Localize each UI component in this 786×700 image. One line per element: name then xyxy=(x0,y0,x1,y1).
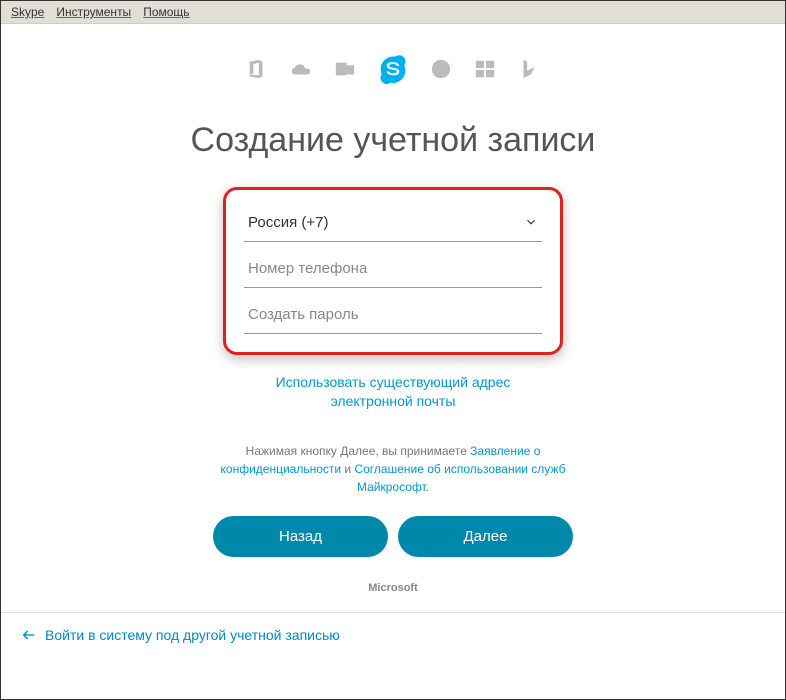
next-button[interactable]: Далее xyxy=(398,516,573,557)
use-email-link[interactable]: Использовать существующий адрес электрон… xyxy=(243,373,543,412)
onedrive-icon xyxy=(290,58,312,85)
chevron-down-icon xyxy=(524,215,538,229)
skype-icon xyxy=(378,54,408,89)
service-icons xyxy=(31,54,755,89)
menu-tools[interactable]: Инструменты xyxy=(56,5,131,19)
microsoft-label: Microsoft xyxy=(31,582,755,594)
menu-help[interactable]: Помощь xyxy=(143,5,189,19)
menu-skype[interactable]: Skype xyxy=(11,5,44,19)
bing-icon xyxy=(518,58,540,85)
outlook-icon xyxy=(334,58,356,85)
phone-input[interactable] xyxy=(244,250,542,288)
back-button[interactable]: Назад xyxy=(213,516,388,557)
page-title: Создание учетной записи xyxy=(31,119,755,162)
menubar: Skype Инструменты Помощь xyxy=(1,1,785,24)
xbox-icon xyxy=(430,58,452,85)
tos-link[interactable]: Соглашение об использовании служб Майкро… xyxy=(354,462,565,494)
office-icon xyxy=(246,58,268,85)
signup-form: Россия (+7) xyxy=(223,187,563,355)
switch-account-link[interactable]: Войти в систему под другой учетной запис… xyxy=(21,627,340,643)
button-row: Назад Далее xyxy=(31,516,755,557)
country-value: Россия (+7) xyxy=(248,214,524,231)
arrow-left-icon xyxy=(21,627,37,643)
windows-icon xyxy=(474,58,496,85)
password-input[interactable] xyxy=(244,296,542,334)
main-content: Создание учетной записи Россия (+7) Испо… xyxy=(1,24,785,594)
terms-text: Нажимая кнопку Далее, вы принимаете Заяв… xyxy=(213,442,573,496)
country-select[interactable]: Россия (+7) xyxy=(244,204,542,242)
footer: Войти в систему под другой учетной запис… xyxy=(1,612,785,662)
